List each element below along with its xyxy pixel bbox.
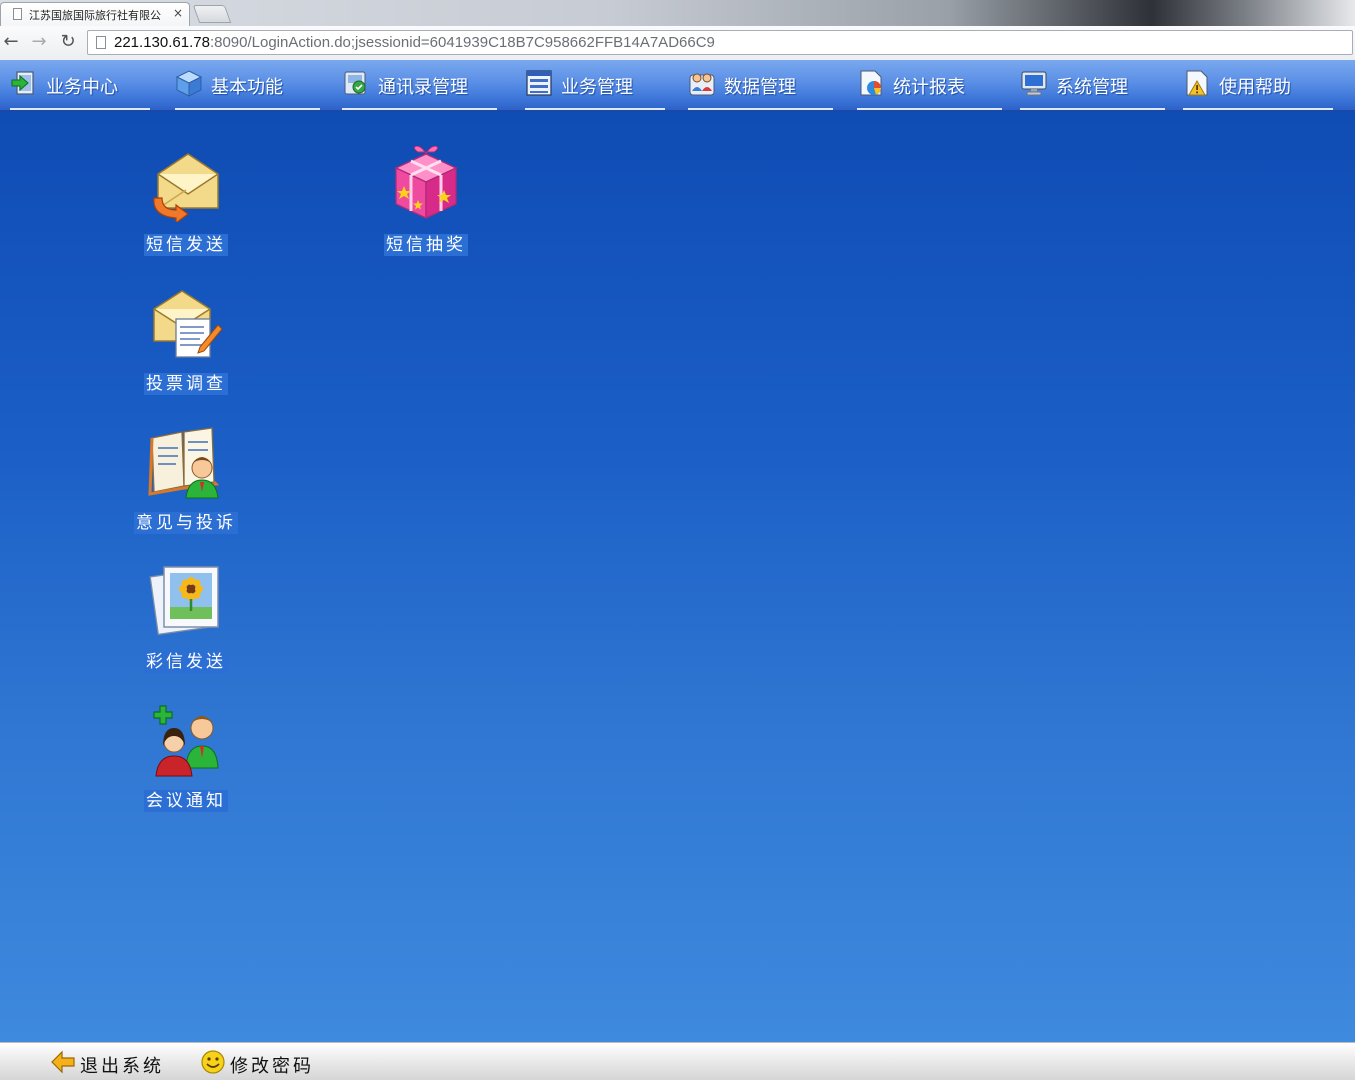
menu-label: 业务管理 — [561, 77, 633, 98]
mms-photo-icon — [149, 566, 219, 636]
menu-address-book[interactable]: 通讯录管理 — [342, 60, 497, 110]
new-tab-button[interactable] — [192, 5, 232, 23]
shortcut-feedback-complaints[interactable]: 意见与投诉 — [111, 424, 261, 554]
menu-label: 通讯录管理 — [378, 77, 468, 98]
menu-system-management[interactable]: 系统管理 — [1020, 60, 1165, 110]
menu-label: 统计报表 — [893, 77, 965, 98]
address-book-icon — [344, 71, 366, 95]
help-document-icon — [1186, 70, 1208, 96]
business-center-icon — [11, 71, 34, 95]
change-password-button[interactable]: 修改密码 — [200, 1047, 330, 1077]
shortcut-label: 短信抽奖 — [384, 234, 468, 256]
shortcut-vote-survey[interactable]: 投票调查 — [111, 285, 261, 415]
tab-title: 江苏国旅国际旅行社有限公 — [29, 10, 161, 22]
meeting-people-icon — [153, 705, 219, 777]
page-icon — [96, 36, 106, 49]
menu-label: 基本功能 — [211, 77, 283, 98]
logout-button[interactable]: 退出系统 — [50, 1047, 180, 1077]
cube-icon — [175, 70, 203, 97]
reload-icon[interactable]: ↻ — [57, 32, 79, 54]
menu-label: 业务中心 — [46, 77, 118, 98]
report-chart-icon — [860, 70, 882, 96]
url-path: :8090/LoginAction.do;jsessionid=6041939C… — [209, 34, 715, 51]
gift-box-icon — [394, 146, 458, 220]
address-bar[interactable]: 221.130.61.78:8090/LoginAction.do;jsessi… — [87, 30, 1353, 55]
sms-send-envelope-icon — [153, 153, 219, 222]
shortcut-label: 意见与投诉 — [134, 512, 238, 534]
menu-business-center[interactable]: 业务中心 — [10, 60, 150, 110]
page-icon — [13, 8, 22, 20]
shortcut-mms-send[interactable]: 彩信发送 — [111, 563, 261, 693]
shortcut-label: 投票调查 — [144, 373, 228, 395]
tab-close-icon[interactable]: × — [173, 6, 183, 20]
back-arrow-icon[interactable]: ← — [0, 32, 22, 54]
menu-label: 数据管理 — [724, 77, 796, 98]
shortcut-label: 彩信发送 — [144, 651, 228, 673]
menu-data-management[interactable]: 数据管理 — [688, 60, 833, 110]
shortcut-label: 会议通知 — [144, 790, 228, 812]
url-text[interactable]: 221.130.61.78:8090/LoginAction.do;jsessi… — [114, 34, 715, 51]
list-window-icon — [526, 70, 552, 96]
data-people-icon — [689, 73, 715, 96]
menu-label: 使用帮助 — [1219, 77, 1291, 98]
menu-business-management[interactable]: 业务管理 — [525, 60, 665, 110]
feedback-book-person-icon — [148, 427, 220, 499]
forward-arrow-icon[interactable]: → — [28, 32, 50, 54]
shortcut-sms-lottery[interactable]: 短信抽奖 — [351, 146, 501, 276]
desktop-area: 短信发送 投票调查 意见与投诉 彩信发送 会议通知 短信抽奖 — [0, 112, 1355, 1042]
menu-label: 系统管理 — [1056, 77, 1128, 98]
menu-basic-functions[interactable]: 基本功能 — [175, 60, 320, 110]
menu-help[interactable]: 使用帮助 — [1183, 60, 1333, 110]
main-menu-bar: 业务中心 基本功能 通讯录管理 业务管理 数据管理 统计报表 系统管理 使用帮助 — [0, 60, 1355, 112]
shortcut-sms-send[interactable]: 短信发送 — [111, 146, 261, 276]
browser-tab-strip: 江苏国旅国际旅行社有限公 × — [0, 0, 1355, 26]
shortcut-meeting-notice[interactable]: 会议通知 — [111, 702, 261, 832]
monitor-icon — [1021, 71, 1047, 96]
url-host: 221.130.61.78 — [114, 34, 210, 51]
browser-tab[interactable]: 江苏国旅国际旅行社有限公 × — [0, 2, 190, 26]
vote-survey-envelope-icon — [153, 290, 223, 358]
shortcut-label: 短信发送 — [144, 234, 228, 256]
smiley-icon — [201, 1050, 225, 1074]
menu-statistics-reports[interactable]: 统计报表 — [857, 60, 1002, 110]
change-password-label: 修改密码 — [230, 1056, 314, 1077]
logout-label: 退出系统 — [80, 1056, 164, 1077]
bottom-bar: 退出系统 修改密码 — [0, 1042, 1355, 1080]
back-arrow-icon — [51, 1050, 75, 1074]
browser-toolbar: ← → ↻ 221.130.61.78:8090/LoginAction.do;… — [0, 26, 1355, 61]
